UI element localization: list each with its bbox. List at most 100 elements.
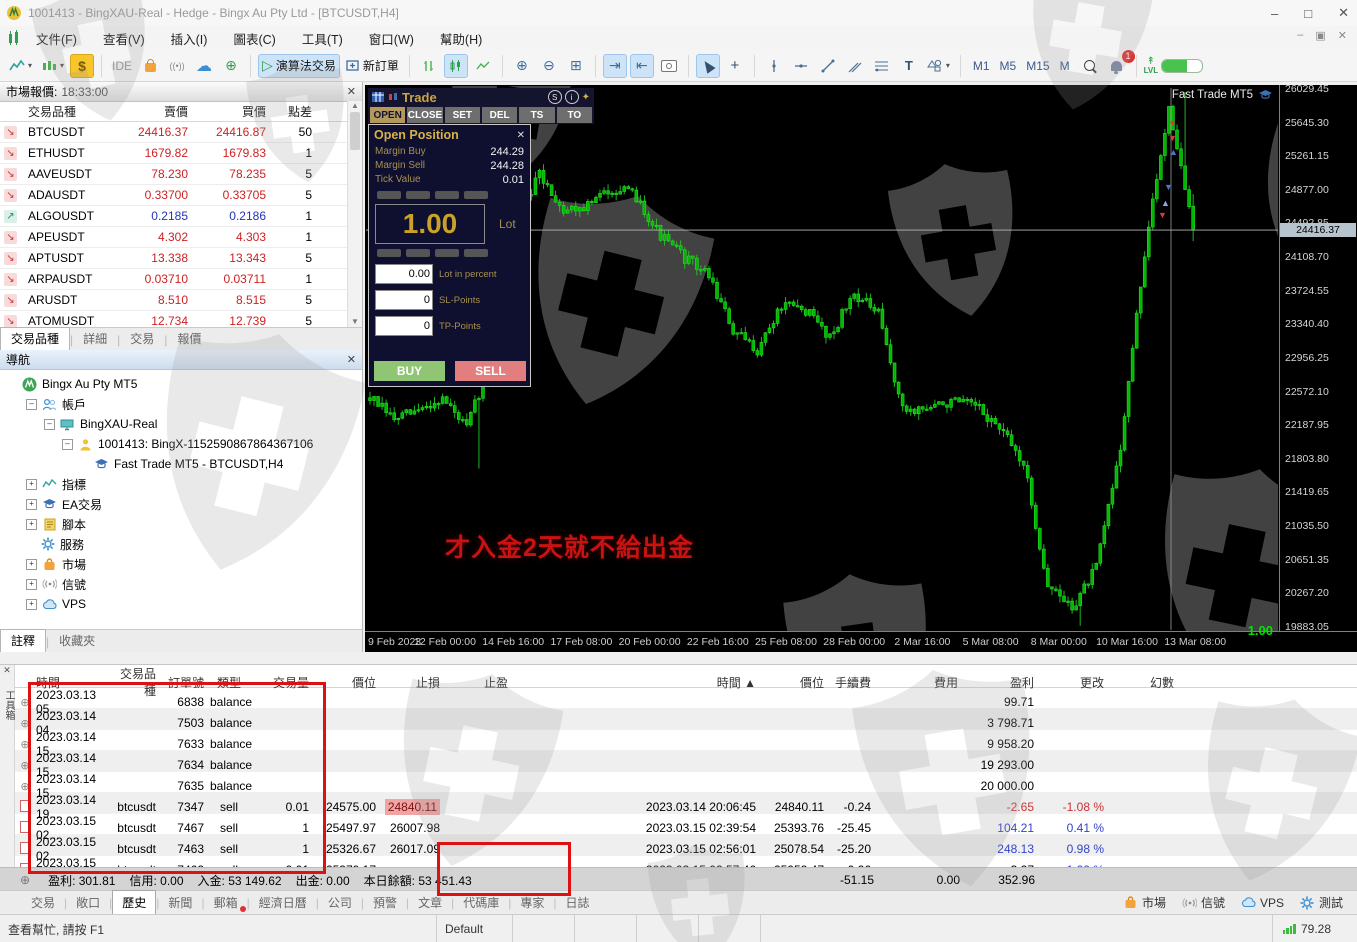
toolbox-tab-11[interactable]: 日誌 bbox=[557, 891, 599, 914]
trade-settings-icon[interactable]: S bbox=[547, 90, 562, 104]
history-row[interactable]: 2023.03.14 19... btcusdt 7347 sell 0.01 24575… bbox=[0, 793, 1357, 821]
navigator-item[interactable]: + 市場 bbox=[4, 554, 362, 574]
collapse-minus-icon[interactable]: – bbox=[44, 418, 55, 430]
new-order-button[interactable]: 新訂單 bbox=[343, 54, 402, 78]
expand-plus-icon[interactable]: + bbox=[26, 478, 37, 490]
sl-points-input[interactable] bbox=[375, 290, 433, 310]
market-watch-tab-3[interactable]: 報價 bbox=[167, 328, 211, 350]
toolbox-tab-6[interactable]: 公司 bbox=[319, 891, 361, 914]
menu-item[interactable]: 文件(F) bbox=[36, 29, 77, 48]
collapse-minus-icon[interactable]: – bbox=[26, 398, 37, 410]
close-button[interactable]: ✕ bbox=[1338, 5, 1349, 21]
history-row[interactable]: 2023.03.15 02... btcusdt 7467 sell 1 25497.97… bbox=[0, 814, 1357, 842]
history-row[interactable]: ⊕ 2023.03.13 05... 6838 balance 99.71 bbox=[0, 688, 1357, 716]
market-watch-tab-1[interactable]: 詳細 bbox=[73, 328, 117, 350]
market-watch-row[interactable]: ↘ AAVEUSDT 78.230 78.235 5 bbox=[0, 164, 362, 185]
community-button[interactable]: ⊕ bbox=[219, 54, 243, 78]
menu-item[interactable]: 查看(V) bbox=[103, 29, 145, 48]
text-tool-button[interactable]: T bbox=[897, 54, 921, 78]
trendline-button[interactable] bbox=[816, 54, 840, 78]
expand-plus-icon[interactable]: + bbox=[26, 518, 37, 530]
toolbox-tab-7[interactable]: 預警 bbox=[364, 891, 406, 914]
trade-del-button[interactable]: DEL bbox=[481, 107, 518, 123]
expand-plus-icon[interactable]: + bbox=[26, 558, 37, 570]
toolbox-tab-0[interactable]: 交易 bbox=[22, 891, 64, 914]
toolbox-tab-3[interactable]: 新聞 bbox=[159, 891, 201, 914]
search-button[interactable] bbox=[1078, 54, 1102, 78]
history-header-row[interactable]: 時間 交易品種 訂單號 類型 交易量 價位 止損 止盈 時間 ▲ 價位 手續費 費用 盈利 更改 幻數 bbox=[0, 665, 1357, 698]
collapse-minus-icon[interactable]: – bbox=[62, 438, 73, 450]
chart-shift-button[interactable]: ⇤ bbox=[629, 53, 654, 78]
navigator-item[interactable]: + 指標 bbox=[4, 474, 362, 494]
zoom-out-button[interactable]: ⊖ bbox=[537, 54, 561, 78]
navigator-item[interactable]: + VPS bbox=[4, 594, 362, 614]
chart-style-button[interactable]: ▾ bbox=[38, 54, 67, 78]
market-watch-row[interactable]: ↘ APEUSDT 4.302 4.303 1 bbox=[0, 227, 362, 248]
trade-open-button[interactable]: OPEN bbox=[370, 107, 406, 123]
timeframe-button[interactable]: M bbox=[1055, 59, 1075, 73]
trade-ts-button[interactable]: TS bbox=[519, 107, 555, 123]
chart-window-controls[interactable]: – ▣ ✕ bbox=[1297, 29, 1347, 42]
trade-close-button[interactable]: CLOSE bbox=[407, 107, 443, 123]
expand-plus-icon[interactable]: + bbox=[26, 578, 37, 590]
navigator-item[interactable]: – BingXAU-Real bbox=[4, 414, 362, 434]
candle-chart-button[interactable] bbox=[443, 53, 468, 78]
status-cell[interactable] bbox=[636, 915, 698, 942]
tick-chart-button[interactable] bbox=[417, 54, 441, 78]
navigator-close-icon[interactable]: ✕ bbox=[347, 353, 356, 366]
time-axis[interactable]: 9 Feb 2023 12 Feb 00:00 14 Feb 16:00 17 Feb… bbox=[365, 631, 1357, 653]
navigator-tab-0[interactable]: 註釋 bbox=[0, 629, 47, 652]
timeframe-button[interactable]: M15 bbox=[1021, 59, 1054, 73]
shortcut-service[interactable]: 測試 bbox=[1300, 894, 1343, 911]
status-cell[interactable] bbox=[512, 915, 574, 942]
status-cell[interactable] bbox=[698, 915, 760, 942]
summary-expand-icon[interactable]: ⊕ bbox=[20, 873, 30, 887]
toolbox-tab-9[interactable]: 代碼庫 bbox=[454, 891, 508, 914]
minimize-button[interactable]: – bbox=[1271, 6, 1278, 21]
navigator-item[interactable]: Fast Trade MT5 - BTCUSDT,H4 bbox=[4, 454, 362, 474]
menu-item[interactable]: 窗口(W) bbox=[369, 29, 414, 48]
toolbox-close-icon[interactable]: ✕ bbox=[0, 665, 14, 676]
trade-tools-icon[interactable]: ✦ bbox=[582, 92, 590, 103]
menu-item[interactable]: 插入(I) bbox=[171, 29, 208, 48]
vps-button[interactable]: ☁ bbox=[192, 54, 216, 78]
signals-button[interactable]: ((•)) bbox=[165, 54, 189, 78]
toolbox-tab-2[interactable]: 歷史 bbox=[112, 890, 157, 914]
maximize-button[interactable]: □ bbox=[1304, 6, 1312, 21]
price-axis[interactable]: 26029.4525645.3025261.1524877.0024492.85… bbox=[1279, 83, 1357, 633]
status-cell[interactable] bbox=[574, 915, 636, 942]
navigator-item[interactable]: + EA交易 bbox=[4, 494, 362, 514]
tile-windows-button[interactable]: ⊞ bbox=[564, 54, 588, 78]
lot-step-buttons-top[interactable] bbox=[369, 187, 530, 203]
toolbox-tab-4[interactable]: 郵箱 bbox=[205, 891, 247, 914]
history-row[interactable]: ⊕ 2023.03.14 04... 7503 balance 3 798.71 bbox=[0, 709, 1357, 737]
shortcut-vps[interactable]: VPS bbox=[1241, 895, 1284, 910]
market-watch-row[interactable]: ↘ ETHUSDT 1679.82 1679.83 1 bbox=[0, 143, 362, 164]
cursor-button[interactable] bbox=[695, 53, 720, 78]
horizontal-line-button[interactable] bbox=[789, 54, 813, 78]
deposit-button[interactable]: $ bbox=[70, 53, 95, 78]
navigator-tab-1[interactable]: 收藏夾 bbox=[49, 630, 105, 652]
market-watch-row[interactable]: ↗ ALGOUSDT 0.2185 0.2186 1 bbox=[0, 206, 362, 227]
history-row[interactable]: ⊕ 2023.03.14 15... 7633 balance 9 958.20 bbox=[0, 730, 1357, 758]
market-watch-header[interactable]: 市場報價: 18:33:00 ✕ bbox=[0, 82, 362, 102]
channel-button[interactable] bbox=[843, 54, 867, 78]
navigator-item[interactable]: – 帳戶 bbox=[4, 394, 362, 414]
market-watch-tab-0[interactable]: 交易品種 bbox=[0, 327, 71, 350]
vertical-line-button[interactable] bbox=[762, 54, 786, 78]
expand-plus-icon[interactable]: + bbox=[26, 498, 37, 510]
market-watch-column-header[interactable]: 交易品種 賣價 買價 點差 bbox=[0, 102, 362, 122]
buy-button[interactable]: BUY bbox=[374, 361, 445, 381]
toolbox-tab-8[interactable]: 文章 bbox=[409, 891, 451, 914]
market-watch-row[interactable]: ↘ BTCUSDT 24416.37 24416.87 50 bbox=[0, 122, 362, 143]
history-row[interactable]: ⊕ 2023.03.14 15... 7634 balance 19 293.00 bbox=[0, 751, 1357, 779]
sell-button[interactable]: SELL bbox=[455, 361, 526, 381]
tp-points-input[interactable] bbox=[375, 316, 433, 336]
toolbox-tab-5[interactable]: 經濟日曆 bbox=[250, 891, 316, 914]
open-position-close-icon[interactable]: ✕ bbox=[517, 130, 525, 141]
market-watch-row[interactable]: ↘ ADAUSDT 0.33700 0.33705 5 bbox=[0, 185, 362, 206]
crosshair-button[interactable]: + bbox=[723, 54, 747, 78]
fibonacci-button[interactable] bbox=[870, 54, 894, 78]
navigator-item[interactable]: 服務 bbox=[4, 534, 362, 554]
navigator-item[interactable]: + 腳本 bbox=[4, 514, 362, 534]
